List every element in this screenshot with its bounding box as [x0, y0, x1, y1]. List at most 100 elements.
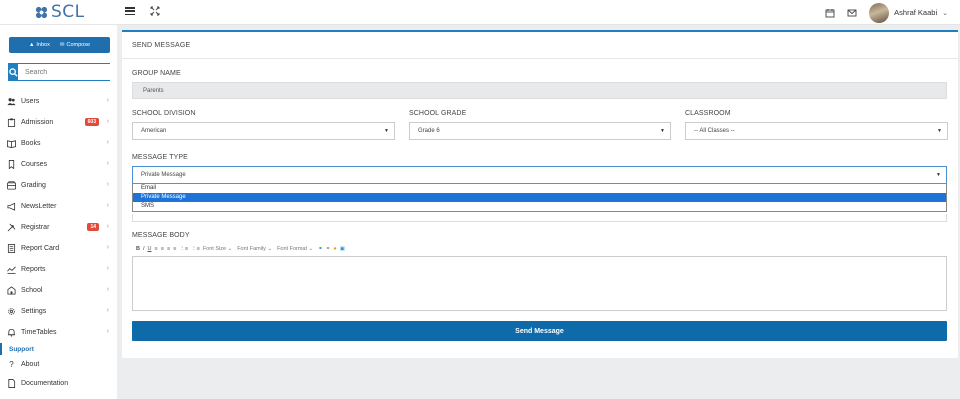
app-logo[interactable]: SCL: [35, 2, 85, 22]
top-header: SCL Ashraf Kaabi ⌄: [0, 0, 960, 25]
caret-down-icon: ▼: [660, 128, 665, 134]
unlink-icon[interactable]: ⚭: [326, 246, 331, 252]
caret-down-icon: ▼: [936, 172, 941, 178]
chevron-right-icon: ›: [106, 139, 109, 146]
sidebar: ▲ Inbox ✉ Compose Users › Admission 603 …: [0, 25, 117, 399]
chevron-down-icon: ⌄: [942, 9, 948, 17]
align-right-icon[interactable]: ≡: [167, 246, 170, 252]
numbered-list-icon[interactable]: ⋮≡: [191, 246, 200, 252]
sidebar-item-label: Documentation: [21, 380, 69, 387]
document-icon: [7, 379, 16, 388]
menu-icon[interactable]: [125, 7, 135, 15]
message-type-select[interactable]: Private Message ▼: [132, 166, 947, 184]
sidebar-item-about[interactable]: ? About: [0, 355, 117, 374]
compose-label: Compose: [66, 42, 91, 48]
message-body-label: MESSAGE BODY: [132, 232, 190, 239]
editor-toolbar: B I U ≡ ≡ ≡ ≡ ⋮≡ ⋮≡ Font Size ⌄ Font Fam…: [132, 243, 947, 254]
compose-button[interactable]: ✉ Compose: [60, 42, 90, 48]
chevron-right-icon: ›: [106, 118, 109, 125]
caret-down-icon: ▼: [937, 128, 942, 134]
division-select[interactable]: American ▼: [132, 122, 395, 140]
emoticon-icon[interactable]: ●: [333, 246, 336, 252]
link-icon[interactable]: ⚭: [318, 246, 323, 252]
fullscreen-icon[interactable]: [150, 6, 160, 16]
search-icon[interactable]: [9, 64, 18, 80]
inbox-label: Inbox: [36, 42, 50, 48]
font-family-select[interactable]: Font Family ⌄: [237, 246, 274, 252]
group-name-field: Parents: [132, 82, 947, 99]
logo-icon: [35, 6, 48, 18]
message-type-label: MESSAGE TYPE: [132, 154, 188, 161]
sidebar-item-label: School: [21, 287, 43, 294]
user-name: Ashraf Kaabi: [894, 8, 938, 17]
mail-icon[interactable]: [847, 8, 857, 18]
sidebar-item-reports[interactable]: Reports ›: [0, 259, 117, 280]
sidebar-item-label: Settings: [21, 308, 47, 315]
italic-button[interactable]: I: [143, 246, 145, 252]
chevron-right-icon: ›: [106, 328, 109, 335]
align-left-icon[interactable]: ≡: [155, 246, 158, 252]
sidebar-item-timetables[interactable]: TimeTables ›: [0, 322, 117, 343]
chevron-right-icon: ›: [106, 286, 109, 293]
sidebar-item-label: TimeTables: [21, 329, 57, 336]
calendar-icon[interactable]: [825, 8, 835, 18]
classroom-value: -- All Classes --: [694, 128, 735, 134]
bullet-list-icon[interactable]: ⋮≡: [179, 246, 188, 252]
sidebar-section-support: Support: [0, 343, 117, 355]
font-size-label: Font Size: [202, 245, 227, 252]
option-email[interactable]: Email: [133, 184, 946, 193]
sidebar-item-courses[interactable]: Courses ›: [0, 154, 117, 175]
inbox-button[interactable]: ▲ Inbox: [29, 42, 50, 48]
option-sms[interactable]: SMS: [133, 202, 946, 211]
sidebar-item-users[interactable]: Users ›: [0, 91, 117, 112]
school-icon: [7, 286, 16, 295]
sidebar-nav: Users › Admission 603 › Books › Courses …: [0, 91, 117, 393]
status-badge: 14: [87, 223, 99, 231]
classroom-label: CLASSROOM: [685, 110, 731, 117]
megaphone-icon: [7, 202, 16, 211]
align-justify-icon[interactable]: ≡: [173, 246, 176, 252]
divider: [122, 58, 958, 59]
sidebar-item-documentation[interactable]: Documentation: [0, 374, 117, 393]
mailbox-button-group: ▲ Inbox ✉ Compose: [9, 37, 110, 53]
align-center-icon[interactable]: ≡: [161, 246, 164, 252]
message-type-value: Private Message: [141, 172, 186, 178]
question-icon: ?: [9, 360, 14, 369]
grade-label: SCHOOL GRADE: [409, 110, 467, 117]
sidebar-item-label: Reports: [21, 266, 46, 273]
book-icon: [7, 139, 16, 148]
avatar[interactable]: [869, 2, 890, 23]
sidebar-item-report-card[interactable]: Report Card ›: [0, 238, 117, 259]
compose-icon: ✉: [59, 42, 65, 48]
font-format-label: Font Format: [277, 245, 308, 252]
grade-select[interactable]: Grade 6 ▼: [409, 122, 671, 140]
sidebar-item-school[interactable]: School ›: [0, 280, 117, 301]
gear-icon: [7, 307, 16, 316]
underline-button[interactable]: U: [148, 246, 152, 252]
search-input[interactable]: [18, 64, 116, 80]
classroom-select[interactable]: -- All Classes -- ▼: [685, 122, 948, 140]
bell-icon: [7, 328, 16, 337]
sidebar-item-books[interactable]: Books ›: [0, 133, 117, 154]
sidebar-item-admission[interactable]: Admission 603 ›: [0, 112, 117, 133]
sidebar-item-newsletter[interactable]: NewsLetter ›: [0, 196, 117, 217]
user-menu[interactable]: Ashraf Kaabi ⌄: [869, 2, 948, 23]
chevron-right-icon: ›: [106, 244, 109, 251]
sidebar-item-registrar[interactable]: Registrar 14 ›: [0, 217, 117, 238]
division-label: SCHOOL DIVISION: [132, 110, 196, 117]
font-size-select[interactable]: Font Size ⌄: [203, 246, 234, 252]
group-name-label: GROUP NAME: [132, 70, 181, 77]
arrows-icon: [7, 223, 16, 232]
option-private-message[interactable]: Private Message: [133, 193, 946, 202]
grading-icon: [7, 181, 16, 190]
chevron-right-icon: ›: [106, 160, 109, 167]
send-message-button[interactable]: Send Message: [132, 321, 947, 341]
sidebar-item-label: Report Card: [21, 245, 60, 252]
users-icon: [7, 97, 16, 106]
sidebar-item-settings[interactable]: Settings ›: [0, 301, 117, 322]
message-body-editor[interactable]: [132, 256, 947, 311]
sidebar-item-grading[interactable]: Grading ›: [0, 175, 117, 196]
image-icon[interactable]: ▣: [340, 246, 345, 252]
font-format-select[interactable]: Font Format ⌄: [277, 246, 315, 252]
bold-button[interactable]: B: [136, 246, 140, 252]
